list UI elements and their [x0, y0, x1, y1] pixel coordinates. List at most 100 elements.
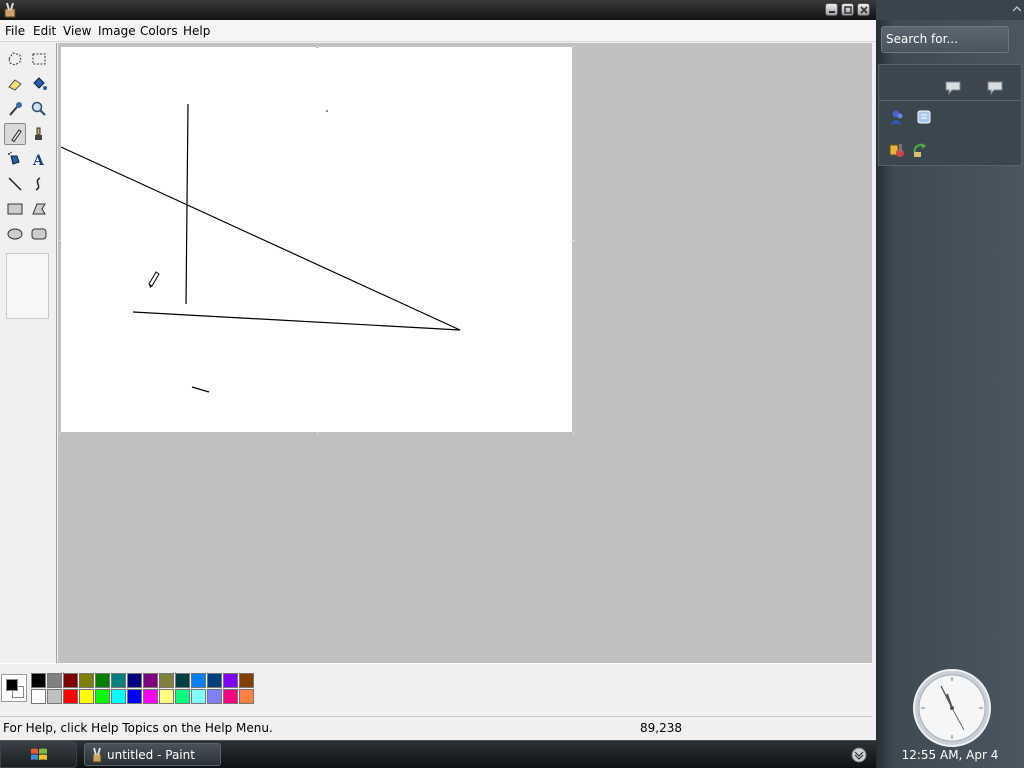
- speech-bubble-icon[interactable]: [945, 81, 961, 95]
- ellipse-tool[interactable]: [4, 223, 26, 245]
- drawing-canvas[interactable]: [60, 47, 572, 432]
- paint-window: File Edit View Image Colors Help A For H…: [0, 0, 876, 740]
- resize-handle-bottom-right[interactable]: [572, 432, 575, 435]
- resize-handle-right[interactable]: [572, 239, 575, 242]
- palette-swatch-bottom-9[interactable]: [159, 689, 174, 704]
- eraser-icon: [8, 79, 22, 91]
- minimize-button[interactable]: [825, 3, 838, 16]
- chevron-up-icon[interactable]: [1013, 6, 1021, 12]
- palette-swatch-bottom-13[interactable]: [223, 689, 238, 704]
- pencil-icon: [11, 129, 22, 143]
- contacts-gadget: [878, 100, 1022, 166]
- menu-file[interactable]: File: [5, 24, 25, 38]
- palette-swatch-bottom-4[interactable]: [79, 689, 94, 704]
- menu-image[interactable]: Image: [98, 24, 136, 38]
- menu-view[interactable]: View: [63, 24, 91, 38]
- palette-swatch-top-7[interactable]: [127, 673, 142, 688]
- resize-handle-top-right[interactable]: [572, 45, 575, 48]
- messenger-icon[interactable]: [889, 109, 905, 125]
- palette-swatch-bottom-6[interactable]: [111, 689, 126, 704]
- select-tool[interactable]: [28, 48, 50, 70]
- taskbar-button-paint[interactable]: untitled - Paint: [84, 743, 221, 766]
- title-bar[interactable]: [0, 0, 876, 20]
- speech-bubble-icon[interactable]: [987, 81, 1003, 95]
- palette-swatch-top-3[interactable]: [63, 673, 78, 688]
- palette-swatch-top-5[interactable]: [95, 673, 110, 688]
- pencil-tool[interactable]: [4, 123, 26, 145]
- airbrush-tool[interactable]: [4, 148, 26, 170]
- palette-swatch-top-11[interactable]: [191, 673, 206, 688]
- palette-swatch-top-6[interactable]: [111, 673, 126, 688]
- palette-swatch-top-9[interactable]: [159, 673, 174, 688]
- clock-gadget[interactable]: [912, 668, 992, 748]
- tool-options-box[interactable]: [6, 253, 49, 319]
- menu-help[interactable]: Help: [183, 24, 210, 38]
- palette-swatch-top-8[interactable]: [143, 673, 158, 688]
- sidebar-header: [876, 0, 1024, 20]
- pick-color-icon: [9, 102, 22, 116]
- line-icon: [8, 177, 22, 191]
- tools-icon[interactable]: [887, 141, 905, 159]
- palette-swatch-bottom-3[interactable]: [63, 689, 78, 704]
- free-form-select-icon: [8, 52, 22, 66]
- palette-swatch-top-10[interactable]: [175, 673, 190, 688]
- resize-handle-top[interactable]: [316, 45, 319, 48]
- brush-tool[interactable]: [28, 123, 50, 145]
- svg-text:A: A: [32, 153, 45, 167]
- line-tool[interactable]: [4, 173, 26, 195]
- text-tool[interactable]: A: [28, 148, 50, 170]
- palette-swatch-bottom-7[interactable]: [127, 689, 142, 704]
- palette-swatch-top-13[interactable]: [223, 673, 238, 688]
- search-input[interactable]: Search for...: [886, 32, 958, 46]
- drawn-diagonal-line: [60, 146, 461, 331]
- free-form-select-tool[interactable]: [4, 48, 26, 70]
- pick-color-tool[interactable]: [4, 98, 26, 120]
- palette-swatch-top-1[interactable]: [31, 673, 46, 688]
- palette-swatch-bottom-11[interactable]: [191, 689, 206, 704]
- palette-swatch-bottom-8[interactable]: [143, 689, 158, 704]
- palette-swatch-bottom-1[interactable]: [31, 689, 46, 704]
- close-icon: [860, 6, 868, 14]
- status-bar: For Help, click Help Topics on the Help …: [0, 716, 872, 738]
- palette-swatch-top-4[interactable]: [79, 673, 94, 688]
- magnifier-tool[interactable]: [28, 98, 50, 120]
- start-button[interactable]: [0, 741, 77, 768]
- windows-sidebar: Search for... 12:55 AM, Apr 4: [876, 0, 1024, 768]
- resize-handle-bottom[interactable]: [316, 432, 319, 435]
- resize-handle-bottom-left[interactable]: [58, 432, 61, 435]
- maximize-icon: [844, 6, 852, 14]
- menu-colors[interactable]: Colors: [140, 24, 178, 38]
- palette-swatch-bottom-14[interactable]: [239, 689, 254, 704]
- rectangle-tool[interactable]: [4, 198, 26, 220]
- drawn-dot: [326, 110, 328, 112]
- pencil-cursor-icon: [148, 271, 160, 288]
- paint-app-icon[interactable]: [3, 2, 17, 18]
- eraser-tool[interactable]: [4, 73, 26, 95]
- palette-swatch-bottom-2[interactable]: [47, 689, 62, 704]
- palette-swatch-top-14[interactable]: [239, 673, 254, 688]
- current-colors[interactable]: [1, 674, 27, 702]
- fill-tool[interactable]: [28, 73, 50, 95]
- close-button[interactable]: [857, 3, 870, 16]
- windows-logo-icon: [31, 748, 47, 760]
- palette-swatch-bottom-5[interactable]: [95, 689, 110, 704]
- menu-edit[interactable]: Edit: [33, 24, 56, 38]
- resize-handle-left[interactable]: [58, 239, 61, 242]
- palette-swatch-bottom-10[interactable]: [175, 689, 190, 704]
- refresh-icon[interactable]: [911, 141, 929, 159]
- feed-gadget: [878, 64, 1022, 104]
- search-gadget[interactable]: Search for...: [881, 26, 1009, 53]
- chevron-down-icon[interactable]: [851, 747, 867, 763]
- drawn-short-stroke: [191, 386, 210, 393]
- rounded-rectangle-tool[interactable]: [28, 223, 50, 245]
- palette-swatch-top-2[interactable]: [47, 673, 62, 688]
- polygon-tool[interactable]: [28, 198, 50, 220]
- document-icon[interactable]: [916, 109, 932, 125]
- palette-swatch-top-12[interactable]: [207, 673, 222, 688]
- maximize-button[interactable]: [841, 3, 854, 16]
- select-icon: [32, 53, 46, 65]
- canvas-drawing: [60, 103, 461, 393]
- palette-swatch-bottom-12[interactable]: [207, 689, 222, 704]
- paint-app-icon: [92, 747, 102, 763]
- curve-tool[interactable]: [28, 173, 50, 195]
